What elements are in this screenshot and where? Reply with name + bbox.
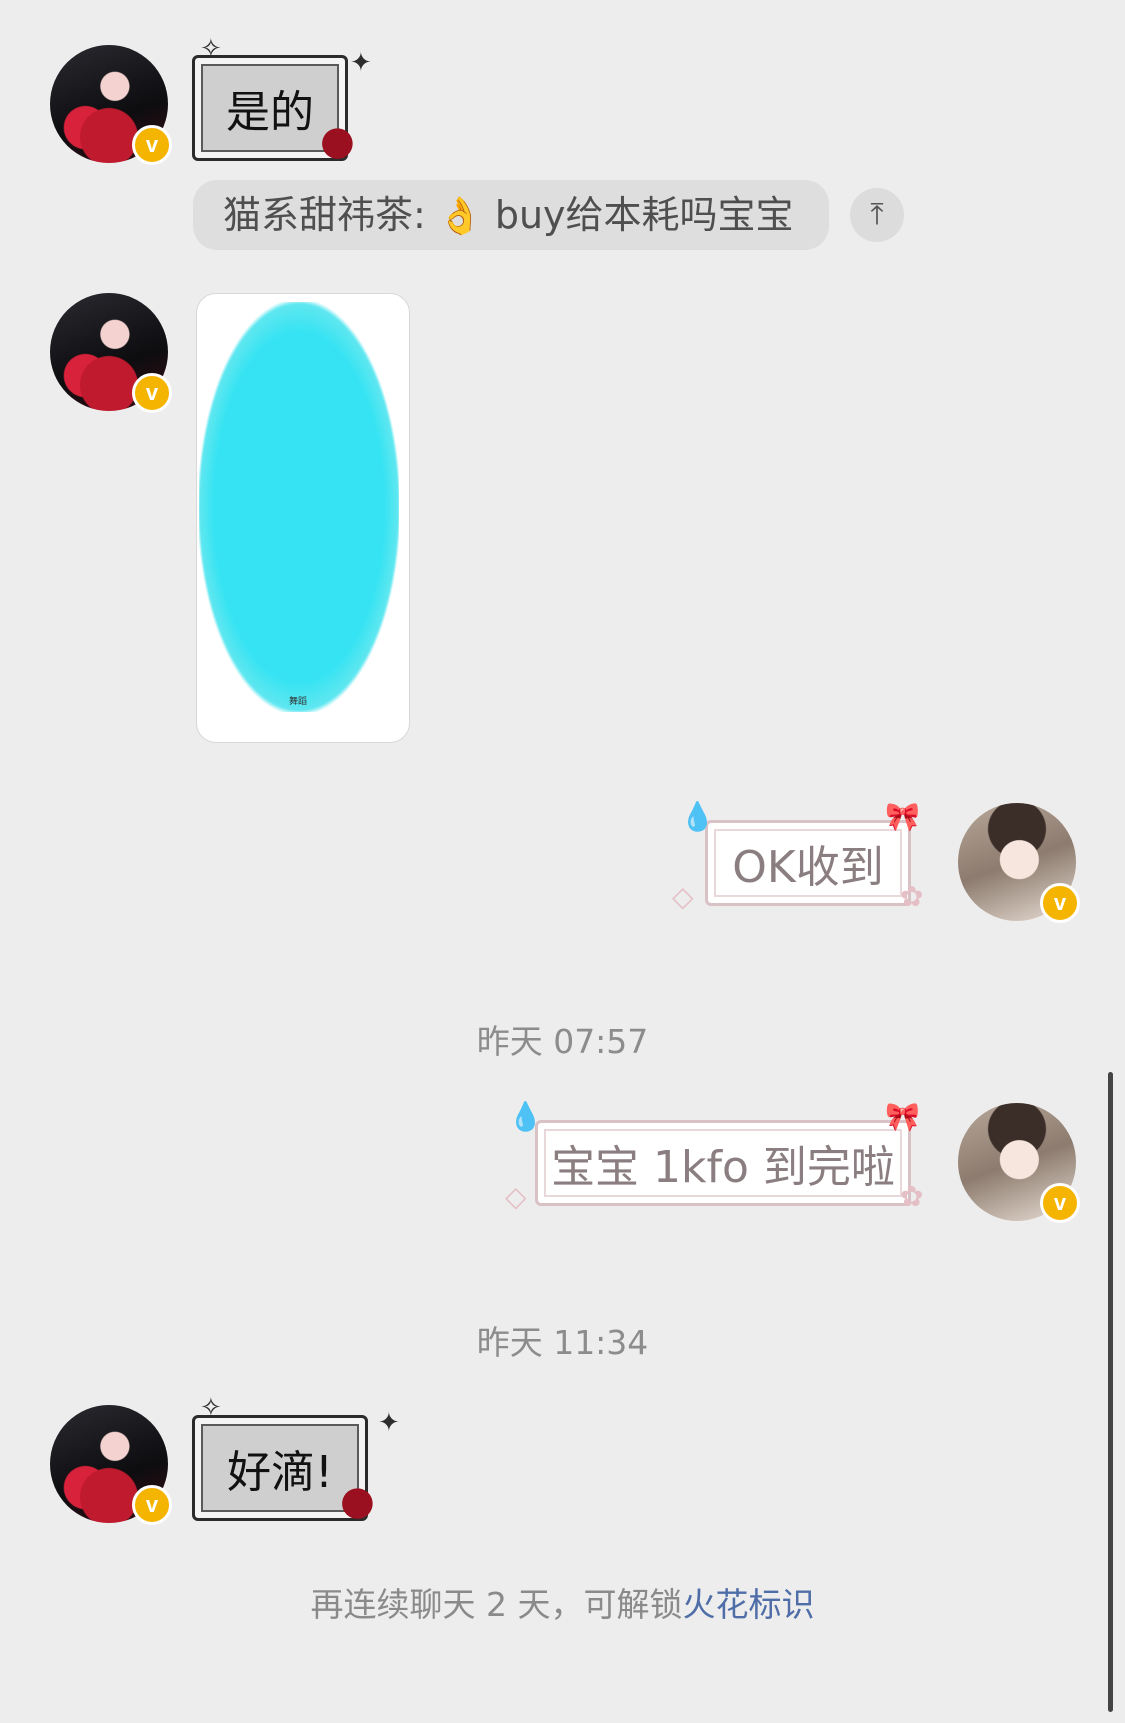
bow-icon: ✧	[200, 34, 222, 64]
sparkle-icon: ✦	[350, 48, 372, 78]
apple-sticker-icon: ●	[320, 118, 355, 164]
streak-hint: 再连续聊天 2 天，可解锁火花标识	[0, 1578, 1125, 1626]
bow-icon: ✧	[200, 1393, 222, 1423]
verified-badge-icon: v	[132, 373, 172, 413]
quoted-message[interactable]: 猫系甜祎茶: 👌 buy给本耗吗宝宝	[193, 180, 829, 250]
verified-badge-icon: v	[132, 125, 172, 165]
bow-icon: 🎀	[885, 800, 920, 833]
avatar-contact[interactable]: v	[50, 45, 172, 165]
redacted-image-area	[199, 302, 399, 712]
jump-to-top-icon[interactable]: ⤒	[850, 188, 904, 242]
message-text: 是的	[226, 87, 314, 138]
avatar-contact[interactable]: v	[50, 1405, 172, 1525]
flower-icon: ✿	[900, 880, 924, 913]
quote-sender: 猫系甜祎茶:	[223, 193, 426, 237]
message-bubble[interactable]: OK收到	[705, 820, 911, 906]
sparkle-icon: ✦	[378, 1408, 400, 1438]
timestamp: 昨天 11:34	[476, 1323, 649, 1362]
paper-crane-icon: ◇	[505, 1180, 527, 1213]
scrollbar[interactable]	[1108, 1072, 1113, 1712]
image-message[interactable]: 舞蹈	[196, 293, 410, 743]
bow-icon: 🎀	[885, 1100, 920, 1133]
droplet-icon: 💧	[680, 800, 715, 833]
streak-hint-text: 再连续聊天 2 天，可解锁	[310, 1585, 683, 1624]
verified-badge-icon: v	[132, 1485, 172, 1525]
flower-icon: ✿	[900, 1180, 924, 1213]
avatar-self[interactable]: v	[958, 1103, 1080, 1223]
verified-badge-icon: v	[1040, 1183, 1080, 1223]
message-bubble[interactable]: 宝宝 1kfo 到完啦	[535, 1120, 911, 1206]
spark-badge-link[interactable]: 火花标识	[682, 1585, 814, 1624]
message-text: 好滴!	[227, 1447, 333, 1498]
timestamp: 昨天 07:57	[476, 1022, 649, 1061]
avatar-self[interactable]: v	[958, 803, 1080, 923]
droplet-icon: 💧	[508, 1100, 543, 1133]
verified-badge-icon: v	[1040, 883, 1080, 923]
image-caption: 舞蹈	[289, 697, 308, 707]
apple-sticker-icon: ●	[340, 1478, 375, 1524]
quote-text: buy给本耗吗宝宝	[494, 193, 794, 237]
message-text: 宝宝 1kfo 到完啦	[551, 1142, 895, 1193]
paper-crane-icon: ◇	[672, 880, 694, 913]
ok-hand-emoji-icon: 👌	[437, 196, 483, 237]
message-text: OK收到	[732, 842, 884, 893]
avatar-contact[interactable]: v	[50, 293, 172, 413]
